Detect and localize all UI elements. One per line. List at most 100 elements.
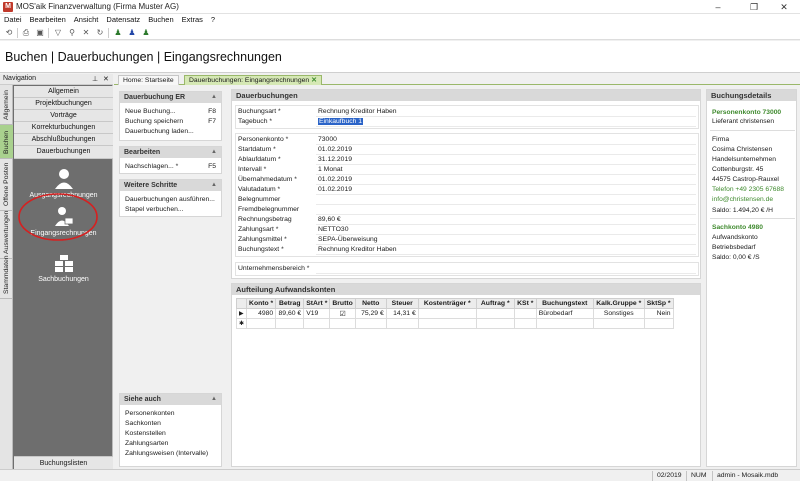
filter-icon[interactable]: ▽ — [52, 27, 64, 39]
row-selector[interactable]: ▶ — [235, 308, 248, 319]
table-cell[interactable] — [275, 318, 305, 329]
menu-datensatz[interactable]: Datensatz — [102, 14, 144, 26]
nav-item-projektbuchungen[interactable]: Projektbuchungen — [14, 98, 113, 110]
table-cell[interactable]: 4980 — [246, 308, 277, 319]
table-cell[interactable] — [417, 308, 477, 319]
link-kostenstellen[interactable]: Kostenstellen — [120, 429, 221, 439]
panel-header[interactable]: Siehe auch ▲ — [120, 394, 221, 405]
table-cell[interactable]: Bürobedarf — [535, 308, 594, 319]
table-cell[interactable] — [475, 318, 515, 329]
field-input[interactable]: 31.12.2019 — [316, 155, 696, 165]
field-input[interactable]: 73000 — [316, 135, 696, 145]
field-input[interactable] — [316, 205, 696, 215]
panel-header[interactable]: Bearbeiten ▲ — [120, 147, 221, 158]
table-cell[interactable] — [417, 318, 477, 329]
table-cell[interactable] — [535, 318, 594, 329]
column-header[interactable]: Auftrag * — [475, 298, 515, 309]
field-input[interactable]: 1 Monat — [316, 165, 696, 175]
table-cell[interactable]: ☑ — [329, 308, 356, 319]
field-input[interactable]: 89,60 € — [316, 215, 696, 225]
vtab-offene-posten[interactable]: Offene Posten — [0, 159, 13, 211]
nav-item-vortraege[interactable]: Vorträge — [14, 110, 113, 122]
action-nachschlagen[interactable]: Nachschlagen... * F5 — [120, 162, 221, 172]
table-cell[interactable] — [246, 318, 277, 329]
personenkonto-title[interactable]: Personenkonto 73000 — [712, 108, 781, 117]
minimize-button[interactable]: – — [702, 0, 734, 14]
user-add-icon[interactable]: ♟ — [140, 27, 152, 39]
tab-startseite[interactable]: Home: Startseite — [118, 75, 179, 85]
action-neue-buchung[interactable]: Neue Buchung... F8 — [120, 107, 221, 117]
nav-item-dauerbuchungen[interactable]: Dauerbuchungen — [14, 146, 113, 159]
column-header[interactable]: StArt * — [303, 298, 331, 309]
field-input[interactable]: Rechnung Kreditor Haben — [316, 245, 696, 255]
menu-datei[interactable]: Datei — [0, 14, 26, 26]
cancel-icon[interactable]: ✕ — [80, 27, 92, 39]
table-cell[interactable] — [513, 308, 537, 319]
nav-footer-buchungslisten[interactable]: Buchungslisten — [14, 456, 113, 469]
menu-extras[interactable]: Extras — [178, 14, 207, 26]
nav-item-abschlussbuchungen[interactable]: Abschlußbuchungen — [14, 134, 113, 146]
maximize-button[interactable]: ❐ — [738, 0, 770, 14]
field-input[interactable]: SEPA-Überweisung — [316, 235, 696, 245]
table-cell[interactable] — [303, 318, 331, 329]
column-header[interactable]: Kalk.Gruppe * — [592, 298, 645, 309]
link-sachkonten[interactable]: Sachkonten — [120, 419, 221, 429]
nav-big-sachbuchungen[interactable]: Sachbuchungen — [14, 254, 113, 283]
table-cell[interactable]: 75,29 € — [354, 308, 387, 319]
print-icon[interactable]: ⎙ — [20, 27, 32, 39]
link-zahlungsweisen[interactable]: Zahlungsweisen (Intervalle) — [120, 449, 221, 459]
field-input[interactable]: NETTO30 — [316, 225, 696, 235]
vtab-buchen[interactable]: Buchen — [0, 125, 13, 159]
table-cell[interactable] — [643, 318, 674, 329]
link-zahlungsarten[interactable]: Zahlungsarten — [120, 439, 221, 449]
sachkonto-title[interactable]: Sachkonto 4980 — [712, 223, 763, 232]
menu-bearbeiten[interactable]: Bearbeiten — [26, 14, 70, 26]
field-input[interactable] — [316, 195, 696, 205]
action-dauerbuchungen-ausfuehren[interactable]: Dauerbuchungen ausführen... — [120, 195, 221, 205]
new-row-marker[interactable]: ✱ — [235, 318, 248, 329]
vtab-auswertungen[interactable]: Auswertungen — [0, 211, 13, 259]
menu-ansicht[interactable]: Ansicht — [70, 14, 103, 26]
table-row[interactable]: ▶ 4980 89,60 € V19 ☑ 75,29 €14,31 € Bürobedarf… — [235, 308, 674, 319]
reload-icon[interactable]: ↻ — [94, 27, 106, 39]
user-blue-icon[interactable]: ♟ — [126, 27, 138, 39]
search-icon[interactable]: ⚲ — [66, 27, 78, 39]
vtab-allgemein[interactable]: Allgemein — [0, 85, 13, 125]
column-header[interactable]: Brutto — [329, 298, 356, 309]
field-input[interactable]: Rechnung Kreditor Haben — [316, 107, 696, 117]
nav-item-korrekturbuchungen[interactable]: Korrekturbuchungen — [14, 122, 113, 134]
field-input[interactable]: 01.02.2019 — [316, 185, 696, 195]
column-header[interactable]: Konto * — [246, 298, 277, 309]
column-header[interactable]: KSt * — [513, 298, 537, 309]
field-input[interactable] — [316, 264, 696, 274]
email-link[interactable]: info@christensen.de — [712, 195, 773, 204]
table-cell[interactable]: V19 — [303, 308, 331, 319]
pin-icon[interactable]: ⊥ — [92, 75, 98, 83]
panel-header[interactable]: Weitere Schritte ▲ — [120, 180, 221, 191]
preview-icon[interactable]: ▣ — [34, 27, 46, 39]
action-buchung-speichern[interactable]: Buchung speichern F7 — [120, 117, 221, 127]
action-stapel-verbuchen[interactable]: Stapel verbuchen... — [120, 205, 221, 215]
table-cell[interactable] — [592, 318, 645, 329]
action-dauerbuchung-laden[interactable]: Dauerbuchung laden... — [120, 127, 221, 137]
column-header[interactable]: Netto — [354, 298, 387, 309]
menu-buchen[interactable]: Buchen — [144, 14, 177, 26]
telefon-link[interactable]: Telefon +49 2305 67688 — [712, 185, 784, 194]
nav-item-allgemein[interactable]: Allgemein — [14, 86, 113, 98]
column-header[interactable]: Kostenträger * — [417, 298, 477, 309]
table-cell[interactable]: 89,60 € — [275, 308, 305, 319]
table-cell[interactable] — [329, 318, 356, 329]
table-cell[interactable]: Sonstiges — [592, 308, 645, 319]
refresh-icon[interactable]: ⟲ — [3, 27, 15, 39]
table-cell[interactable] — [385, 318, 419, 329]
nav-close-icon[interactable]: ✕ — [103, 75, 109, 83]
new-row[interactable]: ✱ — [235, 318, 674, 329]
menu-help[interactable]: ? — [207, 14, 219, 26]
column-header[interactable]: Betrag — [275, 298, 305, 309]
table-cell[interactable] — [354, 318, 387, 329]
column-header[interactable]: Steuer — [385, 298, 419, 309]
link-personenkonten[interactable]: Personenkonten — [120, 409, 221, 419]
tab-close-icon[interactable]: ✕ — [311, 77, 317, 84]
close-button[interactable]: ✕ — [768, 0, 800, 14]
field-input[interactable]: 01.02.2019 — [316, 145, 696, 155]
